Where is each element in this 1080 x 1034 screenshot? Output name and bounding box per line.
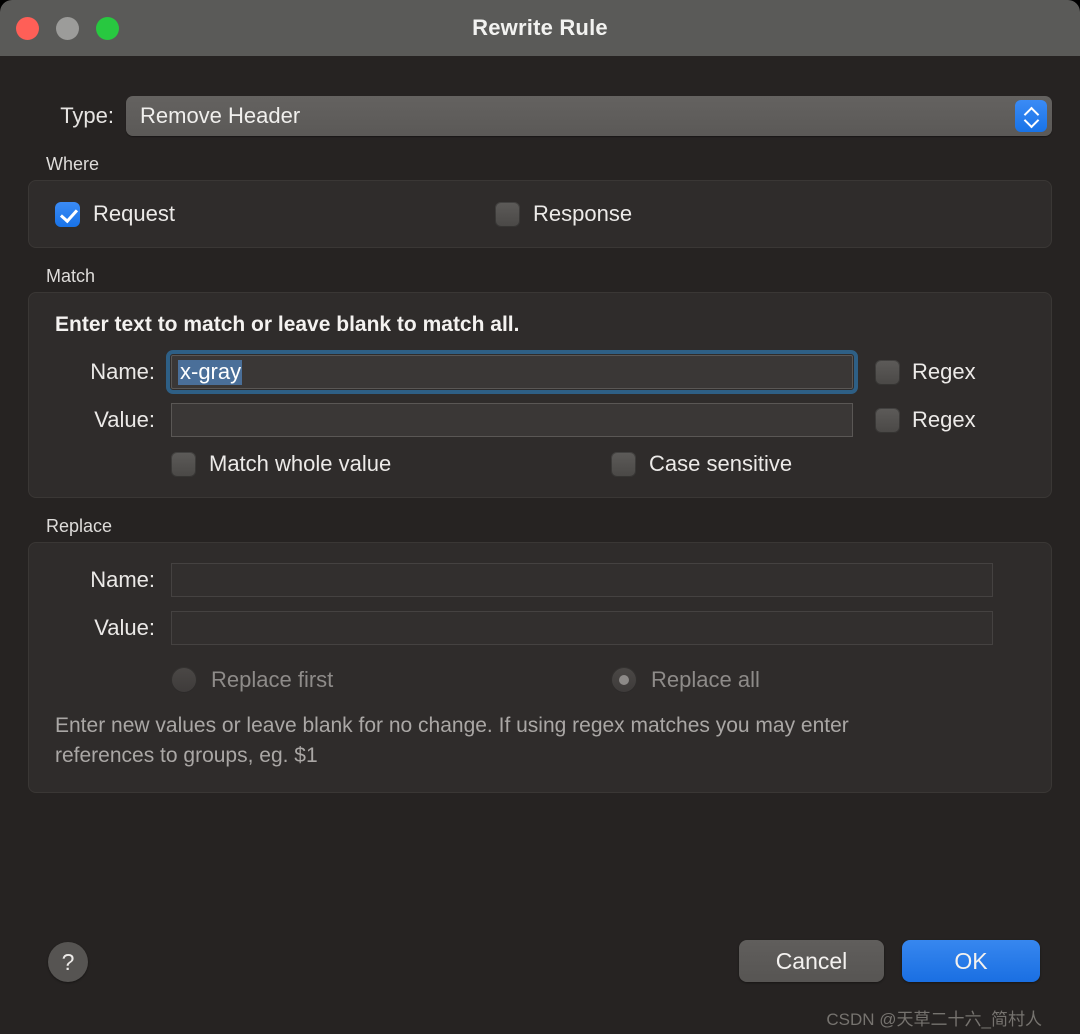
- replace-name-input[interactable]: [171, 563, 993, 597]
- checkbox-match-name-regex[interactable]: Regex: [875, 359, 1025, 385]
- where-group: Where Request Response: [28, 154, 1052, 248]
- zoom-window-button[interactable]: [96, 16, 119, 40]
- type-label: Type:: [60, 103, 114, 128]
- type-row: Type: Remove Header: [28, 56, 1052, 136]
- type-popup-button[interactable]: Remove Header: [126, 96, 1052, 136]
- checkbox-match-value-regex[interactable]: Regex: [875, 407, 1025, 433]
- match-name-regex-label: Regex: [912, 359, 976, 384]
- dialog-footer: ? Cancel OK CSDN @天草二十六_简村人: [28, 930, 1052, 1034]
- checkbox-checked-icon: [55, 201, 80, 227]
- checkbox-unchecked-icon: [611, 451, 636, 477]
- match-name-label: Name:: [90, 359, 155, 384]
- checkbox-unchecked-icon: [495, 201, 520, 227]
- match-value-regex-label: Regex: [912, 407, 976, 432]
- radio-unselected-icon: [171, 667, 197, 693]
- replace-group: Replace Name: Value: Replace first Repla…: [28, 516, 1052, 793]
- checkbox-request[interactable]: Request: [55, 201, 495, 227]
- replace-first-label: Replace first: [211, 667, 334, 692]
- where-options-row: Request Response: [55, 201, 1025, 227]
- match-name-input[interactable]: x-gray: [166, 350, 858, 394]
- match-group-body: Enter text to match or leave blank to ma…: [28, 292, 1052, 498]
- checkbox-unchecked-icon: [875, 359, 900, 385]
- where-group-body: Request Response: [28, 180, 1052, 248]
- rewrite-rule-dialog: Rewrite Rule Type: Remove Header Where R: [0, 0, 1080, 1034]
- replace-all-label: Replace all: [651, 667, 760, 692]
- match-group: Match Enter text to match or leave blank…: [28, 266, 1052, 498]
- match-whole-value-label: Match whole value: [209, 451, 392, 476]
- ok-button[interactable]: OK: [902, 940, 1040, 982]
- checkbox-response-label: Response: [533, 201, 633, 226]
- match-options-row: Match whole value Case sensitive: [55, 451, 1025, 477]
- match-legend: Match: [46, 266, 96, 286]
- replace-name-label: Name:: [90, 567, 155, 592]
- match-name-input-value: x-gray: [178, 358, 243, 385]
- checkbox-unchecked-icon: [875, 407, 900, 433]
- checkbox-case-sensitive[interactable]: Case sensitive: [611, 451, 792, 477]
- match-hint: Enter text to match or leave blank to ma…: [55, 313, 520, 336]
- replace-value-label: Value:: [94, 615, 155, 640]
- close-window-button[interactable]: [16, 16, 39, 40]
- traffic-lights: [16, 0, 119, 56]
- case-sensitive-label: Case sensitive: [649, 451, 793, 476]
- where-legend: Where: [46, 154, 100, 174]
- type-selected-value: Remove Header: [140, 103, 301, 128]
- replace-hint: Enter new values or leave blank for no c…: [55, 714, 849, 768]
- replace-legend: Replace: [46, 516, 113, 536]
- match-value-label: Value:: [94, 407, 155, 432]
- checkbox-response[interactable]: Response: [495, 201, 632, 227]
- radio-replace-first[interactable]: Replace first: [171, 667, 611, 693]
- window-title: Rewrite Rule: [472, 15, 608, 40]
- footer-button-bar: Cancel OK: [739, 940, 1040, 982]
- replace-group-body: Name: Value: Replace first Replace all E…: [28, 542, 1052, 793]
- cancel-button[interactable]: Cancel: [739, 940, 884, 982]
- watermark: CSDN @天草二十六_简村人: [826, 1010, 1042, 1029]
- minimize-window-button[interactable]: [56, 16, 79, 40]
- help-button[interactable]: ?: [48, 942, 88, 982]
- match-value-input[interactable]: [171, 403, 853, 437]
- match-name-row: Name: x-gray Regex: [55, 350, 1025, 394]
- match-value-row: Value: Regex: [55, 403, 1025, 437]
- window-titlebar: Rewrite Rule: [0, 0, 1080, 56]
- checkbox-unchecked-icon: [171, 451, 196, 477]
- up-down-chevron-icon[interactable]: [1015, 100, 1047, 132]
- replace-value-input[interactable]: [171, 611, 993, 645]
- radio-selected-icon: [611, 667, 637, 693]
- replace-mode-radio-group: Replace first Replace all: [55, 667, 1025, 693]
- replace-name-row: Name:: [55, 563, 1025, 597]
- checkbox-request-label: Request: [93, 201, 175, 226]
- replace-value-row: Value:: [55, 611, 1025, 645]
- dialog-content: Type: Remove Header Where Request Respon…: [0, 56, 1080, 1034]
- radio-replace-all[interactable]: Replace all: [611, 667, 760, 693]
- checkbox-match-whole-value[interactable]: Match whole value: [171, 451, 611, 477]
